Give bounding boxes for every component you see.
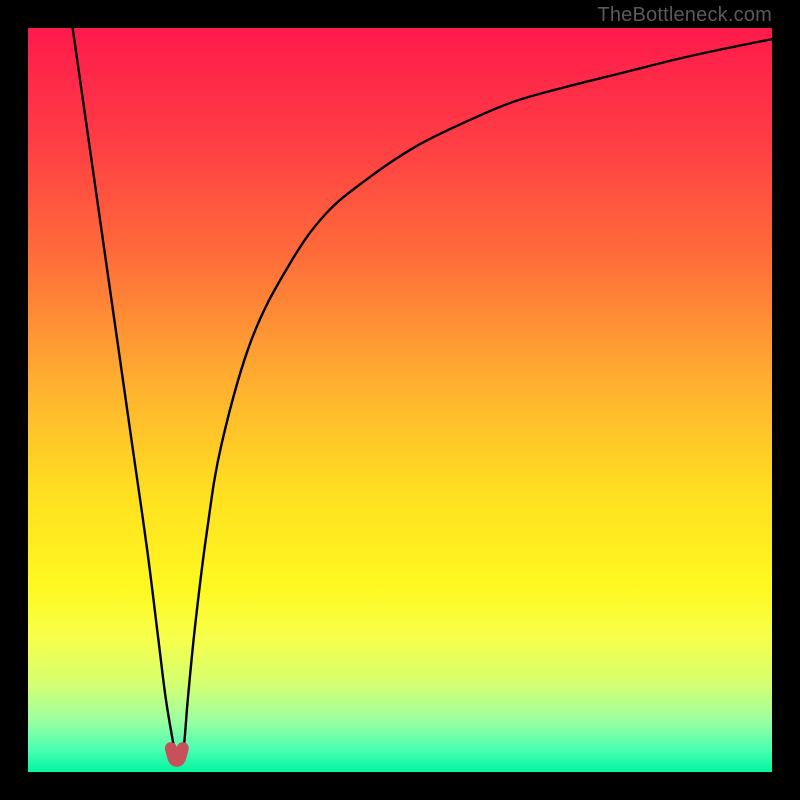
watermark-text: TheBottleneck.com — [597, 4, 772, 27]
curve-layer — [28, 28, 772, 772]
chart-frame: TheBottleneck.com — [0, 0, 800, 800]
plot-area — [28, 28, 772, 772]
minimum-highlight — [171, 748, 183, 761]
bottleneck-curve — [73, 28, 772, 763]
